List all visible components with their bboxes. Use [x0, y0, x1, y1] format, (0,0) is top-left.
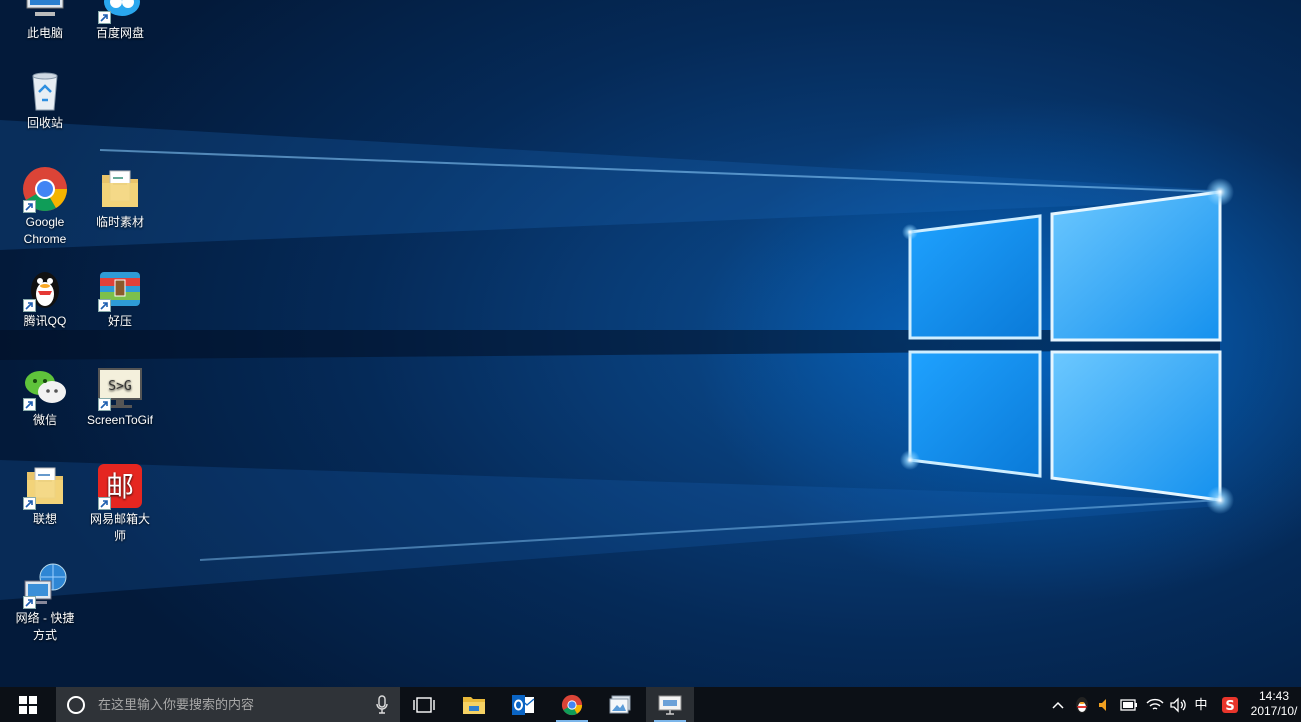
taskbar-outlook[interactable]	[499, 687, 547, 722]
folder-icon	[21, 462, 69, 510]
photo-viewer-icon	[609, 695, 633, 715]
presentation-icon	[658, 695, 682, 715]
desktop-icon-google-chrome[interactable]: Google Chrome	[8, 165, 82, 248]
chrome-icon	[21, 165, 69, 213]
shortcut-arrow-icon	[98, 299, 111, 312]
netease-mail-icon: 邮	[96, 462, 144, 510]
sogou-input-icon: S	[1221, 696, 1239, 714]
clock-date: 2017/10/	[1247, 704, 1301, 719]
taskbar-photo-viewer[interactable]	[597, 687, 645, 722]
search-input[interactable]	[96, 696, 370, 713]
desktop-icon-label: 临时素材	[83, 214, 157, 231]
start-button[interactable]	[0, 687, 56, 722]
desktop-icon-tencent-qq[interactable]: 腾讯QQ	[8, 264, 82, 330]
desktop-icon-recycle-bin[interactable]: 回收站	[8, 66, 82, 132]
speaker-warning-icon	[1097, 697, 1113, 713]
desktop-icon-haozip[interactable]: 好压	[83, 264, 157, 330]
search-box[interactable]	[56, 687, 400, 722]
tray-qq[interactable]	[1072, 687, 1092, 722]
clock[interactable]: 14:43 2017/10/	[1247, 689, 1301, 722]
sogou-glyph: S	[1225, 699, 1234, 714]
desktop-icon-baidu-netdisk[interactable]: 百度网盘	[83, 0, 157, 42]
chrome-icon	[561, 694, 583, 716]
tray-volume[interactable]	[1167, 687, 1189, 722]
wifi-icon	[1146, 698, 1164, 712]
computer-icon	[21, 0, 69, 24]
desktop-icon-this-pc[interactable]: 此电脑	[8, 0, 82, 42]
desktop-icon-label: 网络 - 快捷方式	[8, 610, 82, 644]
desktop-icon-label: 回收站	[8, 115, 82, 132]
desktop-icon-temp-material-folder[interactable]: 临时素材	[83, 165, 157, 231]
file-explorer-icon	[462, 695, 486, 715]
microphone-icon[interactable]	[374, 695, 390, 715]
haozip-icon	[96, 264, 144, 312]
desktop-icon-lenovo-folder[interactable]: 联想	[8, 462, 82, 528]
task-view-button[interactable]	[400, 687, 448, 722]
qq-penguin-icon	[21, 264, 69, 312]
recycle-bin-icon	[21, 66, 69, 114]
shortcut-arrow-icon	[23, 200, 36, 213]
desktop-icon-label: Google Chrome	[8, 214, 82, 248]
taskbar-presentation[interactable]	[646, 687, 694, 722]
ime-indicator[interactable]: 中	[1190, 687, 1212, 722]
desktop-icon-wechat[interactable]: 微信	[8, 363, 82, 429]
shortcut-arrow-icon	[23, 299, 36, 312]
shortcut-arrow-icon	[98, 398, 111, 411]
network-icon	[21, 561, 69, 609]
taskbar: 中 S 14:43 2017/10/	[0, 687, 1301, 722]
desktop-icon-screentogif[interactable]: S>G ScreenToGif	[83, 363, 157, 429]
tray-show-hidden-icons[interactable]	[1048, 687, 1068, 722]
task-view-icon	[413, 697, 435, 713]
shortcut-arrow-icon	[23, 497, 36, 510]
desktop-icon-label: 好压	[83, 313, 157, 330]
shortcut-arrow-icon	[98, 11, 111, 24]
windows-logo-icon	[19, 696, 37, 714]
desktop-icon-label: 百度网盘	[83, 25, 157, 42]
desktop-icon-label: 微信	[8, 412, 82, 429]
tray-network[interactable]	[1144, 687, 1166, 722]
tray-sogou-input[interactable]: S	[1218, 687, 1242, 722]
desktop-icon-label: ScreenToGif	[83, 412, 157, 429]
tray-volume-mixer[interactable]	[1095, 687, 1115, 722]
wechat-icon	[21, 363, 69, 411]
cortana-icon[interactable]	[66, 695, 86, 715]
desktop-icon-label: 此电脑	[8, 25, 82, 42]
chevron-up-icon	[1052, 701, 1064, 709]
tray-battery[interactable]	[1118, 687, 1140, 722]
desktop-icon-network-shortcut[interactable]: 网络 - 快捷方式	[8, 561, 82, 644]
battery-icon	[1120, 699, 1138, 711]
taskbar-chrome[interactable]	[548, 687, 596, 722]
desktop: 此电脑 百度网盘 回收站 Google Chrome	[0, 0, 1301, 687]
outlook-icon	[511, 694, 535, 716]
folder-icon	[96, 165, 144, 213]
clock-time: 14:43	[1247, 689, 1301, 704]
desktop-icon-netease-mail-master[interactable]: 邮 网易邮箱大师	[83, 462, 157, 545]
shortcut-arrow-icon	[23, 596, 36, 609]
speaker-icon	[1169, 697, 1187, 713]
screentogif-glyph: S>G	[108, 379, 132, 394]
desktop-icon-label: 网易邮箱大师	[83, 511, 157, 545]
taskbar-file-explorer[interactable]	[450, 687, 498, 722]
screentogif-icon: S>G	[96, 363, 144, 411]
shortcut-arrow-icon	[23, 398, 36, 411]
desktop-icon-label: 腾讯QQ	[8, 313, 82, 330]
baidu-netdisk-icon	[96, 0, 144, 24]
qq-penguin-icon	[1074, 696, 1090, 714]
desktop-icon-label: 联想	[8, 511, 82, 528]
windows-wallpaper	[0, 0, 1301, 687]
shortcut-arrow-icon	[98, 497, 111, 510]
